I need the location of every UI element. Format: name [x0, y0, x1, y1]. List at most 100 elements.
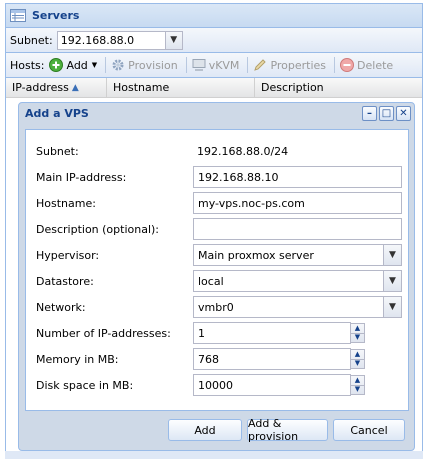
network-label: Network: — [36, 300, 86, 314]
column-hostname-label: Hostname — [113, 81, 170, 94]
datastore-value: local — [198, 274, 224, 288]
toolbar-divider — [334, 57, 336, 73]
add-host-label: Add — [66, 58, 88, 72]
close-icon[interactable]: ✕ — [396, 106, 411, 121]
num-ips-input[interactable]: 1 — [193, 322, 351, 344]
disk-stepper: 10000 ▲ ▼ — [193, 374, 365, 396]
properties-icon — [253, 58, 267, 72]
num-ips-stepper: 1 ▲ ▼ — [193, 322, 365, 344]
cancel-button[interactable]: Cancel — [333, 419, 405, 441]
column-description[interactable]: Description — [255, 78, 422, 97]
disk-spinner: ▲ ▼ — [351, 375, 365, 395]
num-ips-value: 1 — [198, 326, 205, 340]
form-row-subnet: Subnet: 192.168.88.0/24 — [36, 140, 402, 162]
subnet-select-value: 192.168.88.0 — [60, 33, 135, 47]
hostname-label: Hostname: — [36, 196, 96, 210]
provision-button[interactable]: Provision — [111, 58, 178, 72]
provision-label: Provision — [128, 58, 178, 72]
main-ip-label: Main IP-address: — [36, 170, 127, 184]
memory-value: 768 — [198, 352, 219, 366]
main-ip-value: 192.168.88.10 — [198, 170, 279, 184]
spin-up-icon[interactable]: ▲ — [351, 324, 364, 333]
datastore-select[interactable]: local ▼ — [193, 270, 402, 292]
add-and-provision-button[interactable]: Add & provision — [247, 417, 328, 443]
add-button-label: Add — [194, 423, 216, 437]
panel-header: Servers — [6, 4, 422, 28]
vkvm-label: vKVM — [208, 58, 240, 72]
vps-form: Subnet: 192.168.88.0/24 Main IP-address:… — [25, 129, 409, 411]
dialog-buttons: Add Add & provision Cancel — [168, 417, 405, 443]
toolbar-divider — [185, 57, 187, 73]
servers-icon — [10, 9, 26, 22]
description-input[interactable] — [193, 218, 402, 240]
add-host-button[interactable]: Add ▼ — [49, 58, 97, 72]
minimize-icon[interactable]: – — [362, 106, 377, 121]
datastore-label: Datastore: — [36, 274, 94, 288]
dialog-tools: – □ ✕ — [362, 106, 411, 121]
delete-icon — [340, 58, 355, 72]
chevron-down-icon: ▼ — [91, 61, 98, 69]
column-ip-label: IP-address — [12, 81, 69, 94]
form-row-hypervisor: Hypervisor: Main proxmox server ▼ — [36, 244, 402, 266]
form-row-memory: Memory in MB: 768 ▲ ▼ — [36, 348, 402, 370]
maximize-icon[interactable]: □ — [379, 106, 394, 121]
network-value: vmbr0 — [198, 300, 234, 314]
num-ips-spinner: ▲ ▼ — [351, 323, 365, 343]
hypervisor-select[interactable]: Main proxmox server ▼ — [193, 244, 402, 266]
hypervisor-value: Main proxmox server — [198, 248, 314, 262]
form-row-description: Description (optional): — [36, 218, 402, 240]
dialog-header[interactable]: Add a VPS – □ ✕ — [19, 103, 414, 124]
chevron-down-icon[interactable]: ▼ — [164, 31, 182, 49]
subnet-select[interactable]: 192.168.88.0 ▼ — [56, 30, 183, 50]
chevron-down-icon[interactable]: ▼ — [383, 297, 401, 317]
memory-spinner: ▲ ▼ — [351, 349, 365, 369]
description-label: Description (optional): — [36, 222, 160, 236]
memory-input[interactable]: 768 — [193, 348, 351, 370]
cancel-button-label: Cancel — [350, 423, 388, 437]
column-hostname[interactable]: Hostname — [107, 78, 255, 97]
provision-icon — [111, 58, 125, 72]
disk-label: Disk space in MB: — [36, 378, 134, 392]
hosts-label: Hosts: — [10, 58, 45, 72]
column-ip-address[interactable]: IP-address ▲ — [6, 78, 107, 97]
column-description-label: Description — [261, 81, 324, 94]
disk-input[interactable]: 10000 — [193, 374, 351, 396]
subnet-field-value: 192.168.88.0/24 — [197, 144, 289, 158]
form-row-hostname: Hostname: my-vps.noc-ps.com — [36, 192, 402, 214]
vkvm-icon — [192, 58, 206, 72]
hostname-value: my-vps.noc-ps.com — [198, 196, 305, 210]
delete-label: Delete — [357, 58, 394, 72]
spin-up-icon[interactable]: ▲ — [351, 376, 364, 385]
properties-button[interactable]: Properties — [253, 58, 326, 72]
toolbar-divider — [247, 57, 249, 73]
add-vps-dialog: Add a VPS – □ ✕ Subnet: 192.168.88.0/24 … — [18, 102, 415, 451]
add-icon — [49, 58, 64, 72]
add-button[interactable]: Add — [168, 419, 242, 441]
spin-down-icon[interactable]: ▼ — [351, 358, 364, 369]
sort-asc-icon: ▲ — [71, 82, 79, 93]
properties-label: Properties — [270, 58, 327, 72]
subnet-field-label: Subnet: — [36, 144, 79, 158]
form-row-datastore: Datastore: local ▼ — [36, 270, 402, 292]
form-row-num-ips: Number of IP-addresses: 1 ▲ ▼ — [36, 322, 402, 344]
form-row-main-ip: Main IP-address: 192.168.88.10 — [36, 166, 402, 188]
grid-header: IP-address ▲ Hostname Description — [6, 78, 422, 98]
hostname-input[interactable]: my-vps.noc-ps.com — [193, 192, 402, 214]
hypervisor-label: Hypervisor: — [36, 248, 100, 262]
disk-value: 10000 — [198, 378, 233, 392]
chevron-down-icon[interactable]: ▼ — [383, 271, 401, 291]
network-select[interactable]: vmbr0 ▼ — [193, 296, 402, 318]
vkvm-button[interactable]: vKVM — [192, 58, 240, 72]
spin-down-icon[interactable]: ▼ — [351, 332, 364, 343]
num-ips-label: Number of IP-addresses: — [36, 326, 171, 340]
chevron-down-icon[interactable]: ▼ — [383, 245, 401, 265]
form-row-disk: Disk space in MB: 10000 ▲ ▼ — [36, 374, 402, 396]
form-row-network: Network: vmbr0 ▼ — [36, 296, 402, 318]
subnet-label: Subnet: — [10, 33, 53, 47]
spin-up-icon[interactable]: ▲ — [351, 350, 364, 359]
main-ip-input[interactable]: 192.168.88.10 — [193, 166, 402, 188]
memory-label: Memory in MB: — [36, 352, 119, 366]
delete-button[interactable]: Delete — [340, 58, 393, 72]
spin-down-icon[interactable]: ▼ — [351, 384, 364, 395]
add-and-provision-button-label: Add & provision — [248, 417, 299, 443]
